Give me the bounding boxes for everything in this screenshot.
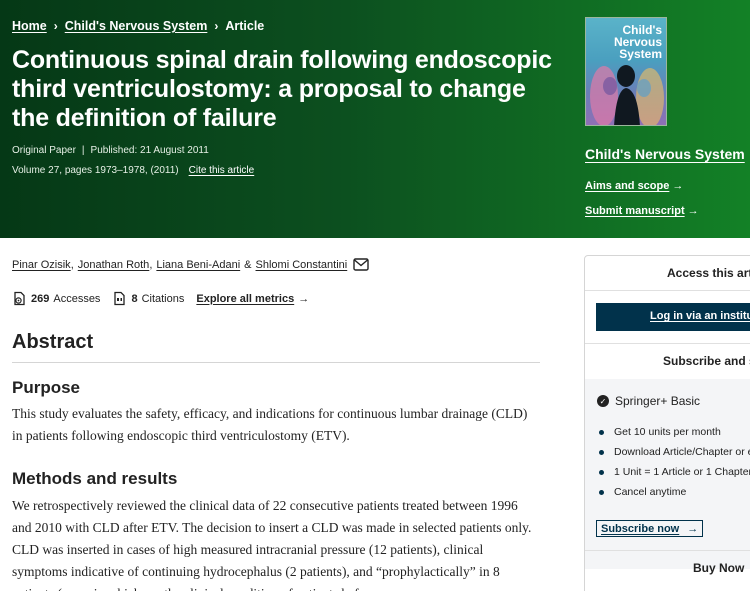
abstract-heading: Abstract: [12, 331, 94, 353]
journal-header: Home › Child's Nervous System › Article …: [0, 0, 750, 238]
accesses-icon: [12, 291, 27, 306]
breadcrumb-separator: ›: [53, 19, 58, 33]
panel-divider: [585, 290, 750, 291]
arrow-right-icon: →: [687, 205, 699, 217]
breadcrumb-journal-link[interactable]: Child's Nervous System: [65, 19, 208, 33]
volume-info: Volume 27, pages 1973–1978, (2011): [12, 165, 179, 176]
access-heading: Access this article: [667, 266, 750, 280]
section-divider: [12, 362, 540, 363]
arrow-right-icon: →: [687, 522, 699, 535]
published-date: Published: 21 August 2011: [90, 145, 209, 156]
plan-name: Springer+ Basic: [615, 394, 701, 408]
article-title: Continuous spinal drain following endosc…: [12, 46, 552, 132]
arrow-right-icon: →: [298, 292, 310, 305]
access-panel: Access this article Log in via an instit…: [584, 255, 750, 591]
methods-heading: Methods and results: [12, 469, 178, 488]
breadcrumb-separator: ›: [214, 19, 219, 33]
email-icon[interactable]: [353, 258, 369, 271]
cite-article-link[interactable]: Cite this article: [189, 165, 255, 176]
meta-divider: |: [81, 145, 85, 156]
institution-login-button[interactable]: Log in via an institution: [596, 303, 750, 331]
citations-metric: 8 Citations: [112, 291, 184, 306]
article-metrics: 269 Accesses 8 Citations Explore all met…: [12, 291, 309, 306]
panel-divider: [585, 343, 750, 344]
check-icon: ✓: [597, 395, 609, 407]
subscribe-heading: Subscribe and save: [663, 354, 750, 368]
aims-scope-link[interactable]: Aims and scope →: [585, 180, 683, 192]
citations-icon: [112, 291, 127, 306]
bullet-icon: [599, 489, 604, 495]
author-list: Pinar Ozisik, Jonathan Roth, Liana Beni-…: [12, 258, 369, 271]
article-meta: Original Paper | Published: 21 August 20…: [12, 145, 209, 156]
cover-title: Child's Nervous System: [613, 23, 662, 61]
breadcrumb: Home › Child's Nervous System › Article: [12, 19, 264, 33]
article-type: Original Paper: [12, 145, 76, 156]
buy-now-heading: Buy Now: [693, 561, 745, 575]
plan-feature: 1 Unit = 1 Article or 1 Chapter: [599, 466, 750, 478]
arrow-right-icon: →: [672, 180, 684, 192]
article-volume-row: Volume 27, pages 1973–1978, (2011) Cite …: [12, 165, 254, 176]
plan-option[interactable]: ✓ Springer+ Basic: [597, 394, 700, 408]
breadcrumb-current: Article: [225, 19, 265, 33]
plan-feature: Download Article/Chapter or eBook: [599, 446, 750, 458]
author-link[interactable]: Pinar Ozisik: [12, 259, 71, 271]
author-link[interactable]: Jonathan Roth: [78, 259, 150, 271]
plan-feature: Cancel anytime: [599, 486, 686, 498]
panel-divider: [585, 550, 750, 551]
bullet-icon: [599, 449, 604, 455]
journal-cover-image[interactable]: Child's Nervous System: [585, 17, 667, 126]
author-link[interactable]: Shlomi Constantini: [256, 259, 348, 271]
subscribe-now-button[interactable]: Subscribe now →: [596, 520, 704, 537]
purpose-text: This study evaluates the safety, efficac…: [12, 406, 528, 443]
bullet-icon: [599, 469, 604, 475]
author-link[interactable]: Liana Beni-Adani: [156, 259, 240, 271]
author-ampersand: &: [244, 258, 252, 271]
plan-feature: Get 10 units per month: [599, 426, 721, 438]
journal-name-link[interactable]: Child's Nervous System: [585, 146, 745, 162]
explore-metrics-link[interactable]: Explore all metrics →: [196, 293, 309, 305]
bullet-icon: [599, 429, 604, 435]
purpose-heading: Purpose: [12, 378, 81, 397]
methods-text: We retrospectively reviewed the clinical…: [12, 498, 532, 591]
accesses-metric: 269 Accesses: [12, 291, 100, 306]
breadcrumb-home-link[interactable]: Home: [12, 19, 47, 33]
submit-manuscript-link[interactable]: Submit manuscript →: [585, 205, 699, 217]
